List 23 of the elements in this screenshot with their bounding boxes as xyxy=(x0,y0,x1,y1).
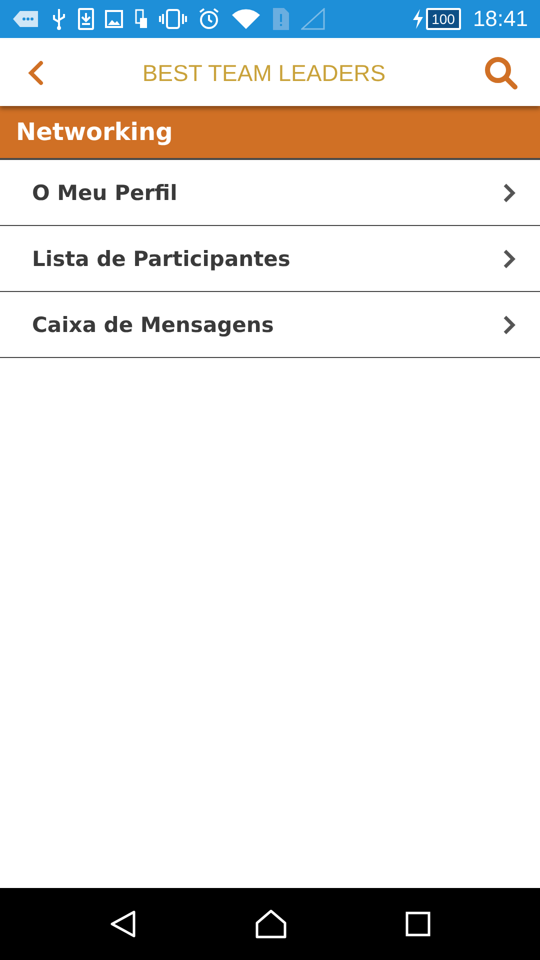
chevron-icon xyxy=(502,182,516,204)
home-button[interactable] xyxy=(255,909,287,939)
image-icon xyxy=(105,10,123,28)
message-icon xyxy=(12,10,40,28)
sim-card-icon xyxy=(272,7,290,31)
wifi-icon xyxy=(231,8,261,30)
alarm-icon xyxy=(198,8,220,30)
section-title: Networking xyxy=(0,106,540,160)
app-title: BEST TEAM LEADERS xyxy=(141,60,387,86)
search-button[interactable] xyxy=(484,56,518,90)
signal-icon xyxy=(301,8,325,30)
search-icon xyxy=(484,56,518,90)
download-icon xyxy=(78,8,94,30)
back-button[interactable] xyxy=(28,60,44,86)
back-icon xyxy=(28,60,44,86)
back-nav-button[interactable] xyxy=(109,910,137,938)
vibrate-icon xyxy=(159,9,187,29)
recents-button[interactable] xyxy=(405,911,431,937)
chevron-icon xyxy=(502,248,516,270)
battery-indicator: 100 xyxy=(426,8,461,30)
clock-time: 18:41 xyxy=(472,6,528,32)
usb-icon xyxy=(51,8,67,30)
chevron-icon xyxy=(502,314,516,336)
